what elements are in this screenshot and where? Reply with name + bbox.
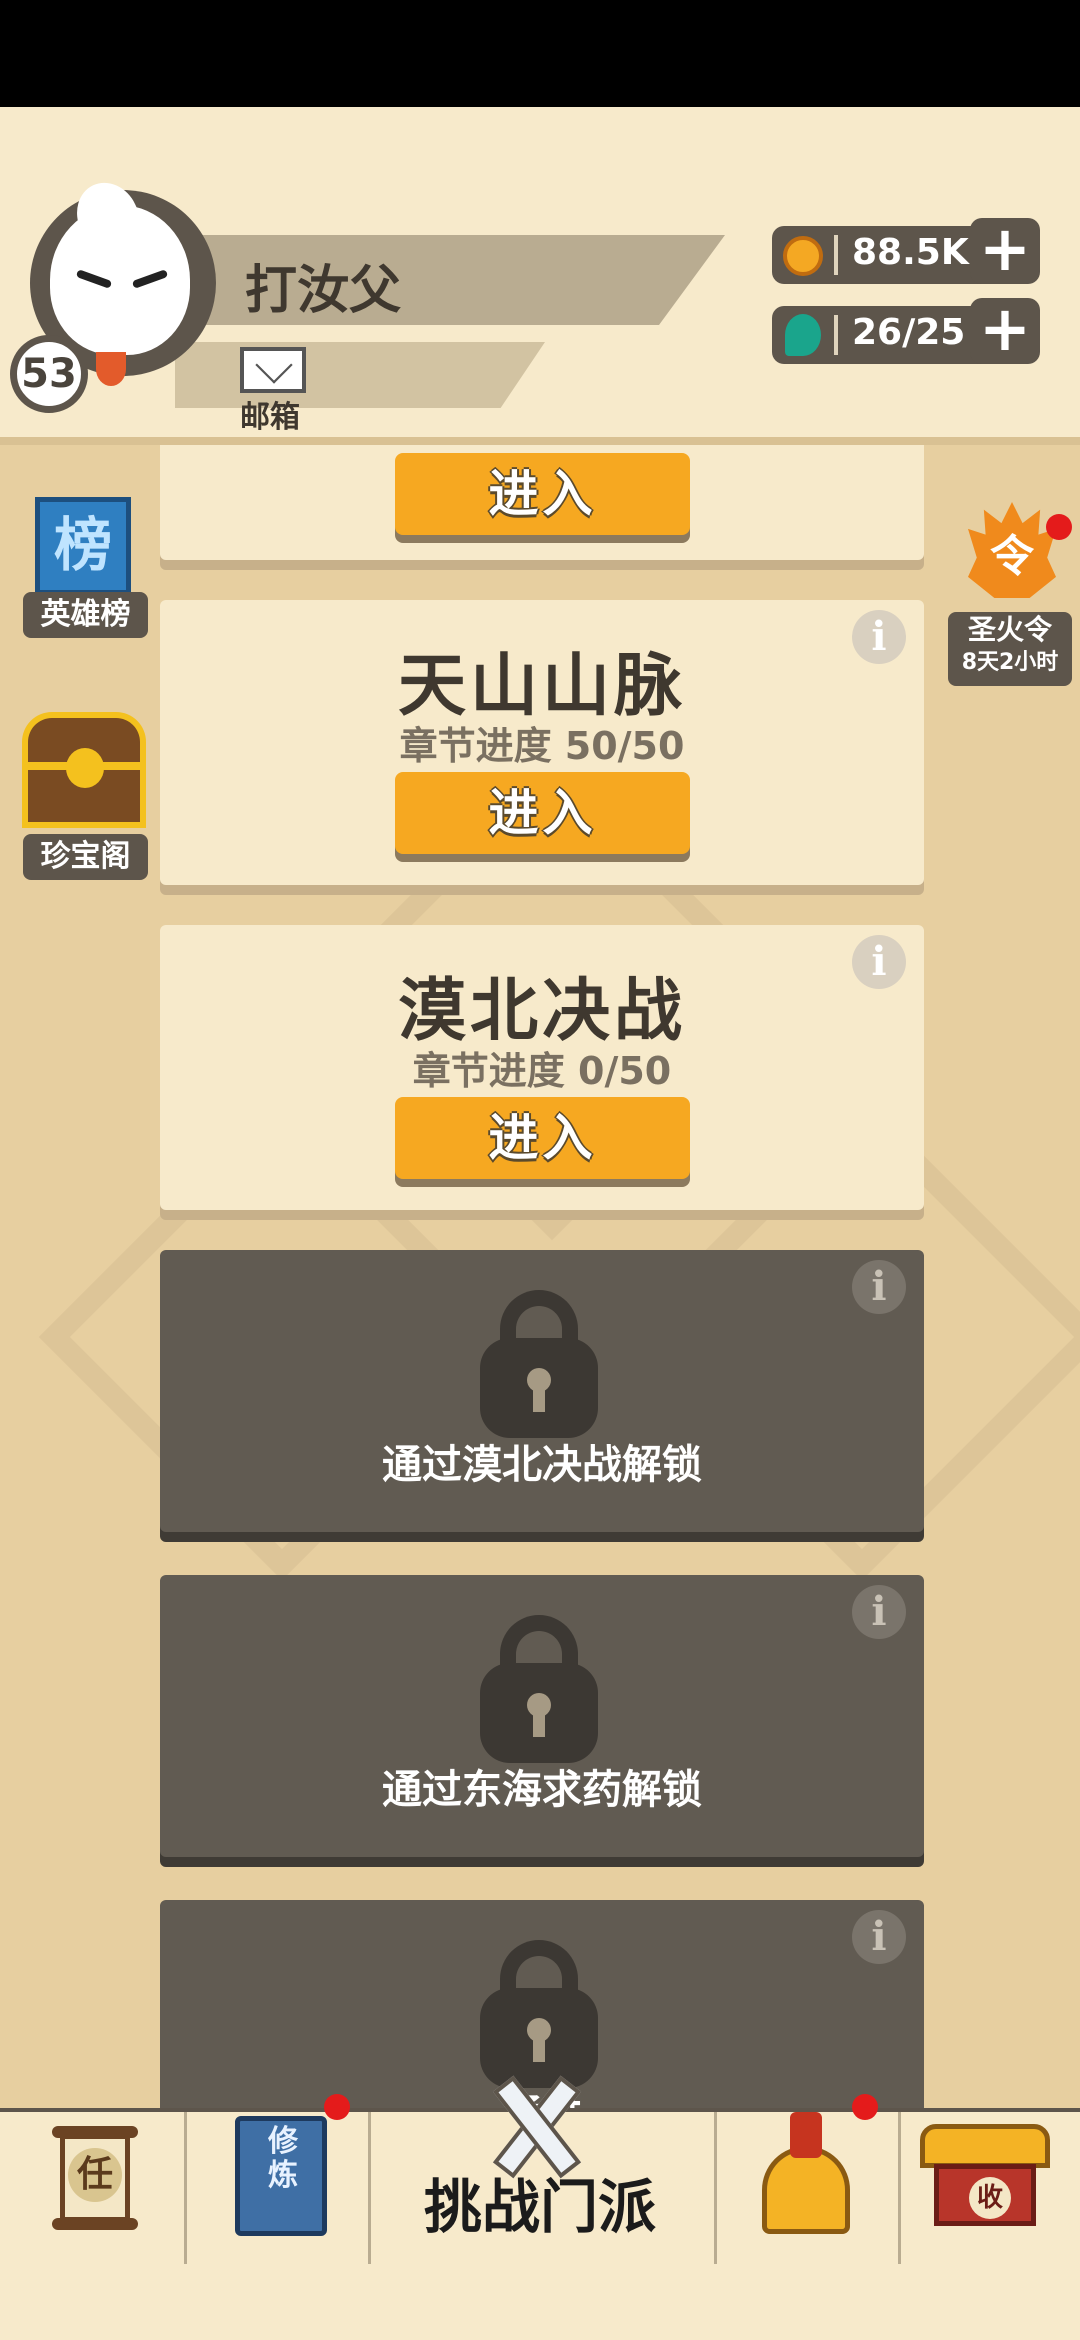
unlock-requirement: 通过东海求药解锁 — [382, 1767, 702, 1813]
stage-card-partial: 进入 — [160, 445, 924, 560]
enter-button[interactable]: 进入 — [395, 453, 690, 535]
cultivation-glyph: 修炼 — [268, 2124, 298, 2193]
stage-card: i 漠北决战 章节进度 0/50 进入 — [160, 925, 924, 1210]
avatar-tongue — [96, 352, 126, 386]
sacred-fire-label: 圣火令 — [967, 613, 1052, 646]
mail-icon[interactable] — [240, 347, 306, 393]
tab-challenge-sect[interactable]: 挑战门派 — [372, 2160, 708, 2244]
divider — [834, 315, 838, 355]
lock-icon — [480, 1290, 598, 1440]
lock-icon — [480, 1940, 598, 2090]
helmet-icon[interactable] — [756, 2112, 856, 2236]
enter-button[interactable]: 进入 — [395, 772, 690, 854]
treasure-chest-icon[interactable] — [22, 712, 146, 830]
unlock-requirement: 通过漠北决战解锁 — [382, 1442, 702, 1488]
leaderboard-banner-icon[interactable]: 榜 — [35, 497, 131, 595]
level-badge: 53 — [10, 335, 88, 413]
leaderboard-label[interactable]: 英雄榜 — [23, 592, 148, 638]
mail-label[interactable]: 邮箱 — [240, 392, 300, 436]
notification-dot — [324, 2094, 350, 2120]
treasure-pavilion-label[interactable]: 珍宝阁 — [23, 834, 148, 880]
locked-stage-card[interactable]: i 通过漠北决战解锁 — [160, 1250, 924, 1532]
sacred-fire-badge[interactable]: 圣火令 8天2小时 — [948, 612, 1072, 686]
stage-progress: 章节进度 50/50 — [399, 724, 685, 768]
notification-dot — [852, 2094, 878, 2120]
notification-dot — [1046, 514, 1072, 540]
locked-stage-card[interactable]: i 通过东海求药解锁 — [160, 1575, 924, 1857]
cultivation-book-icon[interactable]: 修炼 — [235, 2116, 327, 2236]
gem-amount: 26/25 — [852, 312, 966, 353]
sacred-fire-timer: 8天2小时 — [961, 650, 1059, 675]
lock-icon — [480, 1615, 598, 1765]
coin-icon — [783, 236, 823, 276]
task-scroll-icon[interactable]: 任 — [52, 2120, 138, 2240]
gesture-bar-area — [0, 2264, 1080, 2340]
gem-icon — [785, 314, 821, 356]
info-icon[interactable]: i — [852, 1910, 906, 1964]
add-gems-button[interactable]: + — [970, 298, 1040, 364]
coin-amount: 88.5K — [852, 232, 969, 273]
avatar-face — [50, 205, 190, 355]
shop-glyph: 收 — [969, 2177, 1011, 2219]
stage-card: i 天山山脉 章节进度 50/50 进入 — [160, 600, 924, 885]
player-name: 打汝父 — [245, 261, 402, 321]
info-icon[interactable]: i — [852, 1585, 906, 1639]
enter-button[interactable]: 进入 — [395, 1097, 690, 1179]
sub-bar — [175, 342, 545, 408]
add-coins-button[interactable]: + — [970, 218, 1040, 284]
status-bar — [0, 0, 1080, 107]
info-icon[interactable]: i — [852, 1260, 906, 1314]
divider — [834, 235, 838, 275]
sacred-fire-icon[interactable]: 令 — [962, 498, 1062, 602]
shop-icon[interactable]: 收 — [920, 2124, 1050, 2228]
task-glyph: 任 — [68, 2148, 122, 2202]
stage-progress: 章节进度 0/50 — [412, 1049, 672, 1093]
